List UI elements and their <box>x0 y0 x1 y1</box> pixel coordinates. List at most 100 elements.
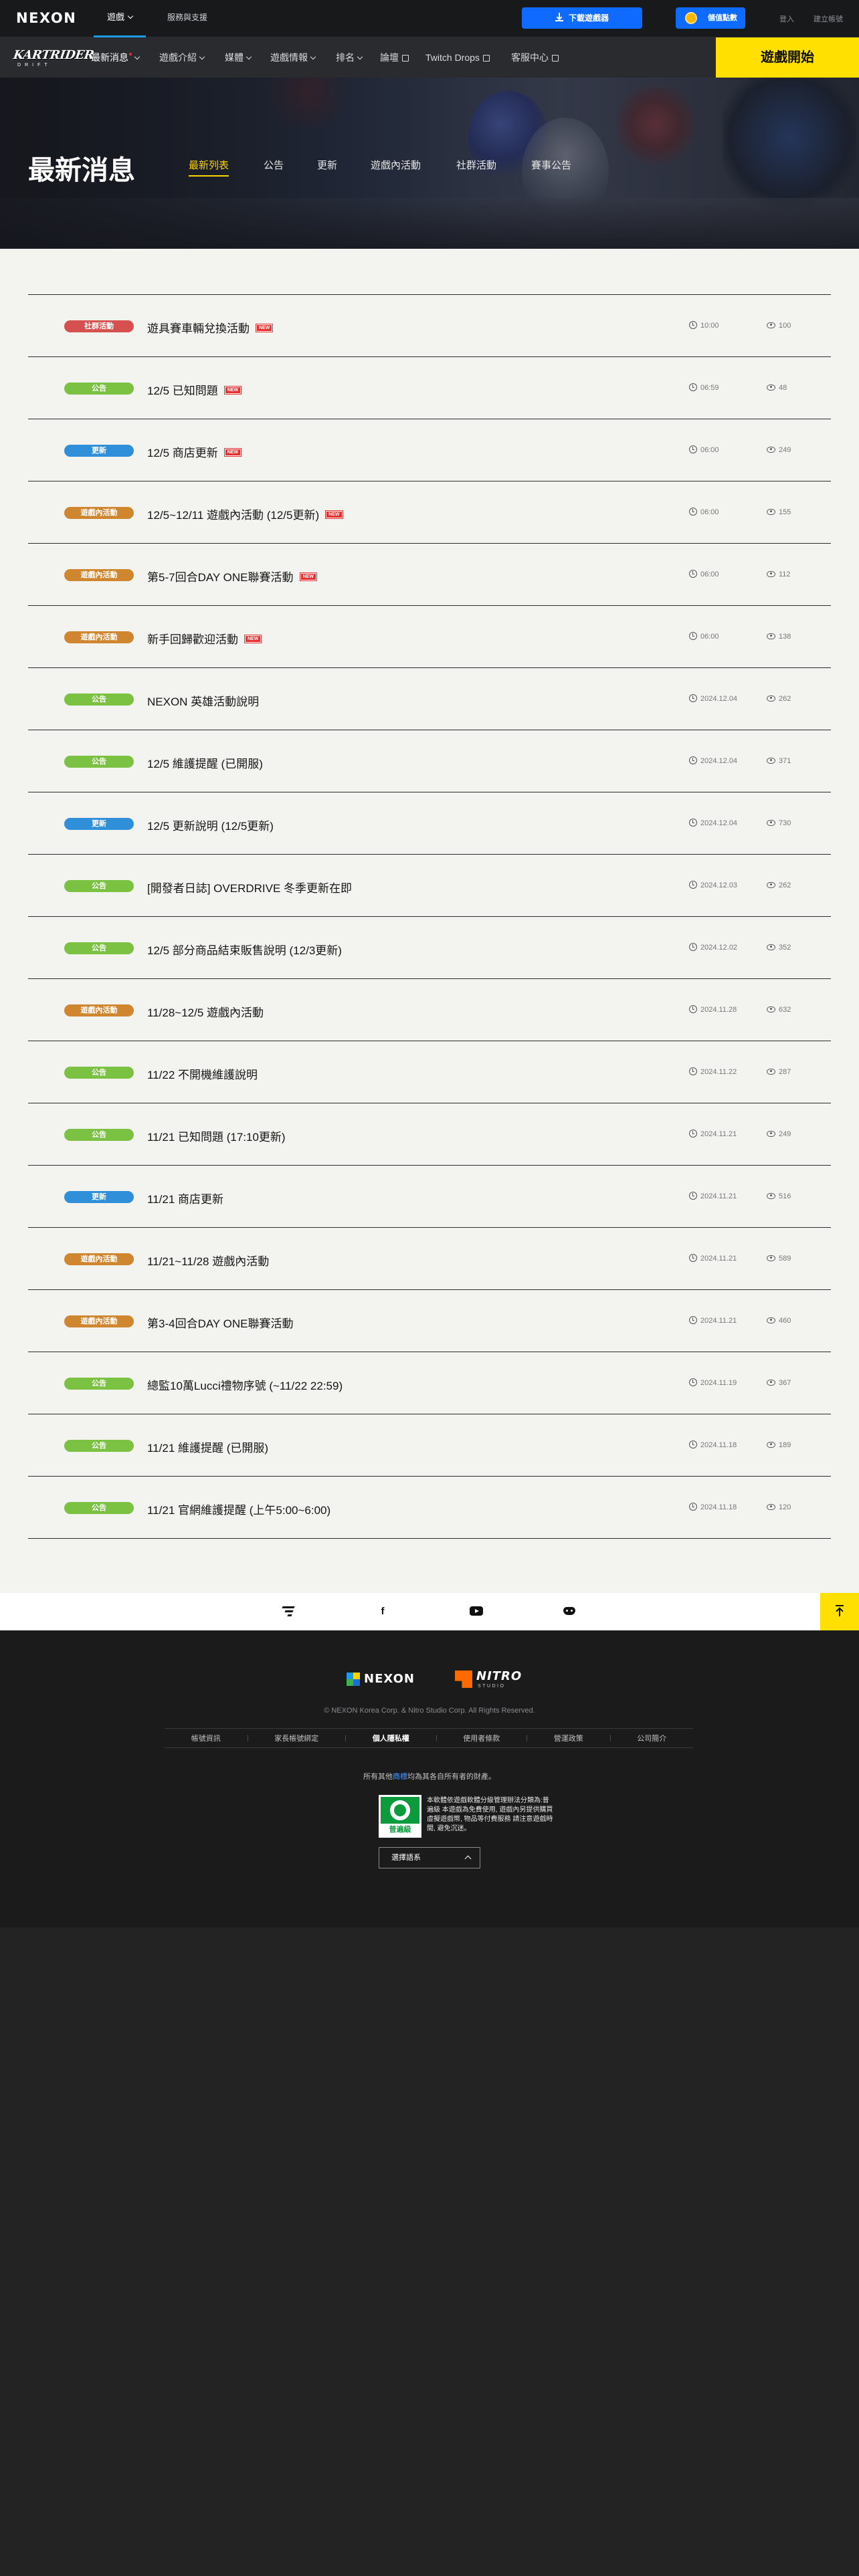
news-time: 2024.11.21 <box>689 1130 737 1138</box>
news-views-text: 249 <box>779 1130 791 1138</box>
footer-link-policy[interactable]: 營運政策 <box>554 1733 583 1743</box>
news-title[interactable]: 遊具賽車輛兌換活動 NEW <box>147 319 273 336</box>
trademark-link[interactable]: 商標 <box>393 1773 407 1781</box>
nav-twitch-drops[interactable]: Twitch Drops <box>425 37 490 78</box>
news-title[interactable]: 12/5~12/11 遊戲內活動 (12/5更新) NEW <box>147 506 343 522</box>
game-start-button[interactable]: 遊戲開始 <box>716 37 859 78</box>
nexon-logo[interactable]: NEXON <box>16 10 76 26</box>
news-row[interactable]: 遊戲內活動 新手回歸歡迎活動 NEW 06:00 138 <box>28 606 831 668</box>
tab-all[interactable]: 最新列表 <box>189 158 229 177</box>
news-title[interactable]: 新手回歸歡迎活動 NEW <box>147 630 262 647</box>
kartrider-icon[interactable] <box>281 1604 296 1618</box>
tab-notice[interactable]: 公告 <box>264 158 284 175</box>
news-title[interactable]: 12/5 商店更新 NEW <box>147 443 242 460</box>
news-row[interactable]: 公告 [開發者日誌] OVERDRIVE 冬季更新在即 2024.12.03 262 <box>28 855 831 917</box>
news-row[interactable]: 遊戲內活動 第5-7回合DAY ONE聯賽活動 NEW 06:00 112 <box>28 544 831 606</box>
news-row[interactable]: 公告 NEXON 英雄活動說明 2024.12.04 262 <box>28 668 831 730</box>
external-link-icon <box>402 55 409 62</box>
news-row[interactable]: 遊戲內活動 12/5~12/11 遊戲內活動 (12/5更新) NEW 06:00 15… <box>28 481 831 544</box>
back-to-top-button[interactable] <box>820 1593 859 1630</box>
kartrider-drift-logo[interactable]: KARTRIDER DRIFT <box>13 44 95 71</box>
news-title-text: NEXON 英雄活動說明 <box>147 695 260 708</box>
facebook-icon[interactable]: f <box>373 1602 392 1621</box>
discord-icon[interactable] <box>563 1607 575 1615</box>
news-row[interactable]: 更新 12/5 更新說明 (12/5更新) 2024.12.04 730 <box>28 792 831 855</box>
news-row[interactable]: 公告 11/21 維護提醒 (已開服) 2024.11.18 189 <box>28 1414 831 1477</box>
news-title[interactable]: 總監10萬Lucci禮物序號 (~11/22 22:59) <box>147 1376 343 1393</box>
top-up-points-button[interactable]: 儲值點數 <box>676 7 745 29</box>
news-row[interactable]: 公告 11/21 官網維護提醒 (上午5:00~6:00) 2024.11.18 12… <box>28 1477 831 1539</box>
tab-ingame-event[interactable]: 遊戲內活動 <box>371 158 421 175</box>
divider <box>436 1735 437 1741</box>
news-row[interactable]: 社群活動 遊具賽車輛兌換活動 NEW 10:00 100 <box>28 295 831 357</box>
news-title[interactable]: 12/5 更新說明 (12/5更新) <box>147 817 274 833</box>
news-title[interactable]: 11/21 維護提醒 (已開服) <box>147 1438 268 1455</box>
download-launcher-button[interactable]: 下載遊戲器 <box>522 7 642 29</box>
news-title[interactable]: 11/21~11/28 遊戲內活動 <box>147 1252 269 1269</box>
login-link[interactable]: 登入 <box>779 13 794 24</box>
new-badge: NEW <box>300 573 316 581</box>
news-title[interactable]: 11/21 商店更新 <box>147 1190 223 1206</box>
clock-icon <box>689 1067 697 1076</box>
nav-game-info[interactable]: 遊戲情報 <box>270 37 316 78</box>
news-title[interactable]: 12/5 部分商品結束販售說明 (12/3更新) <box>147 941 342 958</box>
tab-update[interactable]: 更新 <box>317 158 337 175</box>
news-row[interactable]: 公告 12/5 已知問題 NEW 06:59 48 <box>28 357 831 419</box>
footer-link-terms[interactable]: 使用者條款 <box>463 1733 500 1743</box>
youtube-icon[interactable] <box>470 1606 483 1616</box>
news-row[interactable]: 公告 12/5 維護提醒 (已開服) 2024.12.04 371 <box>28 730 831 792</box>
tab-tournament[interactable]: 賽事公告 <box>531 158 571 175</box>
footer-link-account[interactable]: 帳號資訊 <box>191 1733 221 1743</box>
news-row[interactable]: 公告 總監10萬Lucci禮物序號 (~11/22 22:59) 2024.11.1… <box>28 1352 831 1414</box>
eye-icon <box>767 944 775 950</box>
news-row[interactable]: 遊戲內活動 11/28~12/5 遊戲內活動 2024.11.28 632 <box>28 979 831 1041</box>
news-title[interactable]: NEXON 英雄活動說明 <box>147 692 259 709</box>
news-row[interactable]: 更新 12/5 商店更新 NEW 06:00 249 <box>28 419 831 481</box>
news-row[interactable]: 公告 11/21 已知問題 (17:10更新) 2024.11.21 249 <box>28 1103 831 1166</box>
news-row[interactable]: 遊戲內活動 11/21~11/28 遊戲內活動 2024.11.21 589 <box>28 1228 831 1290</box>
news-row[interactable]: 公告 11/22 不開機維護說明 2024.11.22 287 <box>28 1041 831 1103</box>
eye-icon <box>767 1130 775 1137</box>
nav-forum[interactable]: 論壇 <box>380 37 409 78</box>
clock-icon <box>689 1378 697 1387</box>
nav-media-label: 媒體 <box>225 52 244 63</box>
news-title[interactable]: 12/5 維護提醒 (已開服) <box>147 754 263 771</box>
language-select[interactable]: 選擇語系 <box>379 1847 480 1868</box>
nav-media[interactable]: 媒體 <box>225 37 252 78</box>
footer-link-company[interactable]: 公司簡介 <box>637 1733 666 1743</box>
news-title[interactable]: 12/5 已知問題 NEW <box>147 381 242 398</box>
news-title[interactable]: 第5-7回合DAY ONE聯賽活動 NEW <box>147 568 316 584</box>
nav-ranking[interactable]: 排名 <box>336 37 363 78</box>
news-title[interactable]: 11/21 已知問題 (17:10更新) <box>147 1128 286 1144</box>
chevron-down-icon <box>357 53 363 60</box>
news-views-text: 120 <box>779 1503 791 1511</box>
news-time-text: 2024.12.04 <box>700 757 738 765</box>
logo-word: KARTRIDER <box>12 48 95 62</box>
news-title[interactable]: [開發者日誌] OVERDRIVE 冬季更新在即 <box>147 879 352 895</box>
news-time-text: 2024.11.21 <box>700 1317 737 1325</box>
footer-link-parent[interactable]: 家長帳號綁定 <box>274 1733 318 1743</box>
signup-link[interactable]: 建立帳號 <box>814 13 843 24</box>
news-title[interactable]: 11/21 官網維護提醒 (上午5:00~6:00) <box>147 1501 330 1517</box>
footer-link-privacy[interactable]: 個人隱私權 <box>373 1733 409 1743</box>
category-badge: 公告 <box>64 1378 134 1390</box>
news-row[interactable]: 更新 11/21 商店更新 2024.11.21 516 <box>28 1166 831 1228</box>
news-title[interactable]: 第3-4回合DAY ONE聯賽活動 <box>147 1314 294 1331</box>
news-time: 2024.12.04 <box>689 819 737 827</box>
news-title[interactable]: 11/22 不開機維護說明 <box>147 1065 258 1082</box>
news-time: 2024.11.18 <box>689 1440 737 1449</box>
news-views-text: 262 <box>779 695 791 703</box>
category-badge: 公告 <box>64 942 134 954</box>
tab-community-event[interactable]: 社群活動 <box>456 158 496 175</box>
nav-support[interactable]: 客服中心 <box>511 37 559 78</box>
support-link[interactable]: 服務與支援 <box>167 0 207 37</box>
news-time: 2024.12.04 <box>689 694 737 703</box>
news-title[interactable]: 11/28~12/5 遊戲內活動 <box>147 1003 264 1020</box>
news-row[interactable]: 遊戲內活動 第3-4回合DAY ONE聯賽活動 2024.11.21 460 <box>28 1290 831 1352</box>
nav-game-intro[interactable]: 遊戲介紹 <box>159 37 205 78</box>
game-menu[interactable]: 遊戲 <box>94 0 146 37</box>
news-row[interactable]: 公告 12/5 部分商品結束販售說明 (12/3更新) 2024.12.02 352 <box>28 917 831 979</box>
news-views: 249 <box>767 446 791 454</box>
nav-news[interactable]: 最新消息 <box>91 37 140 78</box>
page-title: 最新消息 <box>28 156 135 185</box>
